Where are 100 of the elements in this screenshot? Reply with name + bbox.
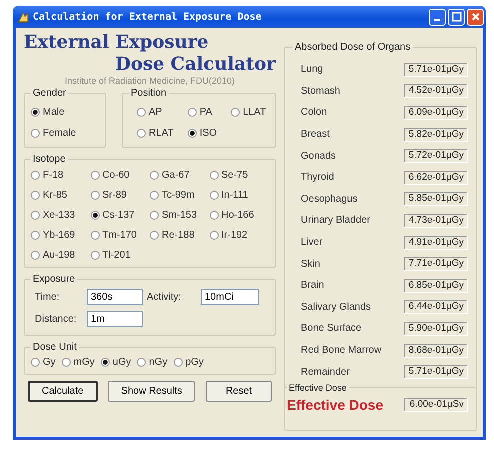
radio-dot[interactable] <box>137 358 146 367</box>
input-field[interactable]: 1m <box>87 311 143 327</box>
organ-name: Stomash <box>301 86 340 97</box>
input-field[interactable]: 10mCi <box>201 289 259 305</box>
radio-dot[interactable] <box>210 231 218 240</box>
isotope-radio[interactable]: Tm-170 <box>90 230 150 241</box>
isotope-radio[interactable]: Sr-89 <box>90 190 150 201</box>
radio-dot[interactable] <box>31 211 40 220</box>
unit-radio[interactable]: uGy <box>100 357 132 368</box>
isotope-radio[interactable]: Tc-99m <box>150 190 210 201</box>
radio-dot[interactable] <box>150 191 159 200</box>
radio-dot[interactable] <box>31 171 40 180</box>
organ-name: Colon <box>301 107 328 118</box>
dose-value: 5.72e-01μGy <box>404 149 468 164</box>
minimize-button[interactable] <box>429 8 446 26</box>
unit-radio[interactable]: Gy <box>31 357 56 368</box>
gender-radio[interactable]: Male <box>31 107 99 118</box>
close-icon <box>470 12 480 22</box>
radio-dot[interactable] <box>31 231 40 240</box>
radio-dot[interactable] <box>231 108 240 117</box>
radio-dot[interactable] <box>90 231 100 240</box>
position-radio[interactable]: LLAT <box>231 107 266 118</box>
isotope-radio[interactable]: Ho-166 <box>210 210 269 221</box>
isotope-radio[interactable]: Ga-67 <box>150 170 210 181</box>
radio-dot[interactable] <box>31 251 40 260</box>
radio-dot[interactable] <box>31 108 40 117</box>
radio-dot[interactable] <box>31 191 40 200</box>
radio-dot[interactable] <box>90 251 100 260</box>
position-radio[interactable]: ISO <box>188 128 218 139</box>
organ-name: Brain <box>301 280 324 292</box>
isotope-radio[interactable]: Yb-169 <box>31 230 90 241</box>
radio-dot[interactable] <box>150 171 159 180</box>
gender-radio[interactable]: Female <box>31 128 99 139</box>
dose-value: 6.62e-01μGy <box>404 170 468 185</box>
isotope-radio[interactable]: Xe-133 <box>31 210 90 221</box>
organ-name: Remainder <box>301 366 350 378</box>
organ-name: Salivary Glands <box>301 302 372 313</box>
dose-value: 5.82e-01μGy <box>404 128 468 142</box>
maximize-button[interactable] <box>448 8 465 26</box>
group-label: Effective Dose <box>288 382 348 393</box>
radio-dot[interactable] <box>210 171 218 180</box>
radio-dot[interactable] <box>188 129 197 138</box>
unit-radio[interactable]: pGy <box>174 357 204 368</box>
radio-dot[interactable] <box>188 108 197 117</box>
unit-radio[interactable]: mGy <box>62 357 95 368</box>
isotope-radio[interactable]: Sm-153 <box>150 210 210 221</box>
isotope-radio[interactable]: Se-75 <box>210 170 269 181</box>
organ-name: Skin <box>301 258 320 270</box>
isotope-radio[interactable]: F-18 <box>31 170 90 181</box>
action-button[interactable]: Show Results <box>108 381 196 402</box>
radio-dot[interactable] <box>90 211 100 220</box>
radio-dot[interactable] <box>174 358 183 367</box>
action-button[interactable]: Reset <box>206 381 272 402</box>
radio-dot[interactable] <box>31 129 40 138</box>
radio-dot[interactable] <box>100 358 110 367</box>
app-heading: Dose Calculator <box>114 54 276 76</box>
input-field[interactable]: 360s <box>87 289 143 305</box>
organ-name: Breast <box>301 129 330 140</box>
radio-dot[interactable] <box>210 191 218 200</box>
isotope-radio[interactable]: Au-198 <box>31 250 90 261</box>
isotope-radio[interactable]: Co-60 <box>90 170 150 181</box>
radio-dot[interactable] <box>31 358 40 367</box>
dose-value: 6.85e-01μGy <box>404 278 468 293</box>
maximize-icon <box>452 12 462 22</box>
effective-dose-label: Effective Dose <box>287 396 384 413</box>
action-button[interactable]: Calculate <box>28 381 98 402</box>
radio-dot[interactable] <box>137 129 146 138</box>
isotope-radio[interactable]: Cs-137 <box>90 210 150 221</box>
isotope-radio[interactable]: Re-188 <box>150 230 210 241</box>
minimize-icon <box>434 19 441 21</box>
radio-dot[interactable] <box>90 191 100 200</box>
institute-caption: Institute of Radiation Medicine, FDU(2010) <box>64 76 236 86</box>
field-label: Time: <box>35 292 61 302</box>
dose-value: 5.85e-01μGy <box>404 192 468 206</box>
radio-dot[interactable] <box>150 211 159 220</box>
isotope-radio[interactable]: Kr-85 <box>31 190 90 201</box>
field-label: Activity: <box>147 292 182 302</box>
unit-radio[interactable]: nGy <box>137 357 168 368</box>
radio-dot[interactable] <box>210 211 218 220</box>
position-radio[interactable]: RLAT <box>137 128 174 139</box>
close-button[interactable] <box>467 8 484 26</box>
radio-dot[interactable] <box>150 231 159 240</box>
dose-value: 5.71e-01μGy <box>404 365 468 380</box>
organ-name: Lung <box>301 64 324 76</box>
dose-value: 5.71e-01μGy <box>404 62 468 77</box>
isotope-radio[interactable]: Ir-192 <box>210 230 269 241</box>
dose-value: 4.52e-01μGy <box>404 84 468 98</box>
dose-value: 4.73e-01μGy <box>404 214 468 228</box>
isotope-radio[interactable]: Tl-201 <box>90 250 150 261</box>
field-label: Distance: <box>35 314 78 324</box>
radio-dot[interactable] <box>90 171 100 180</box>
organ-name: Thyroid <box>301 172 334 184</box>
position-radio[interactable]: AP <box>137 107 174 118</box>
radio-dot[interactable] <box>62 358 71 367</box>
radio-dot[interactable] <box>137 108 146 117</box>
isotope-radio[interactable]: In-111 <box>210 190 269 201</box>
position-radio[interactable]: PA <box>188 107 218 118</box>
organ-name: Liver <box>301 237 323 248</box>
effective-dose-value: 6.00e-01μSv <box>404 398 468 412</box>
dose-value: 6.44e-01μGy <box>404 300 468 314</box>
